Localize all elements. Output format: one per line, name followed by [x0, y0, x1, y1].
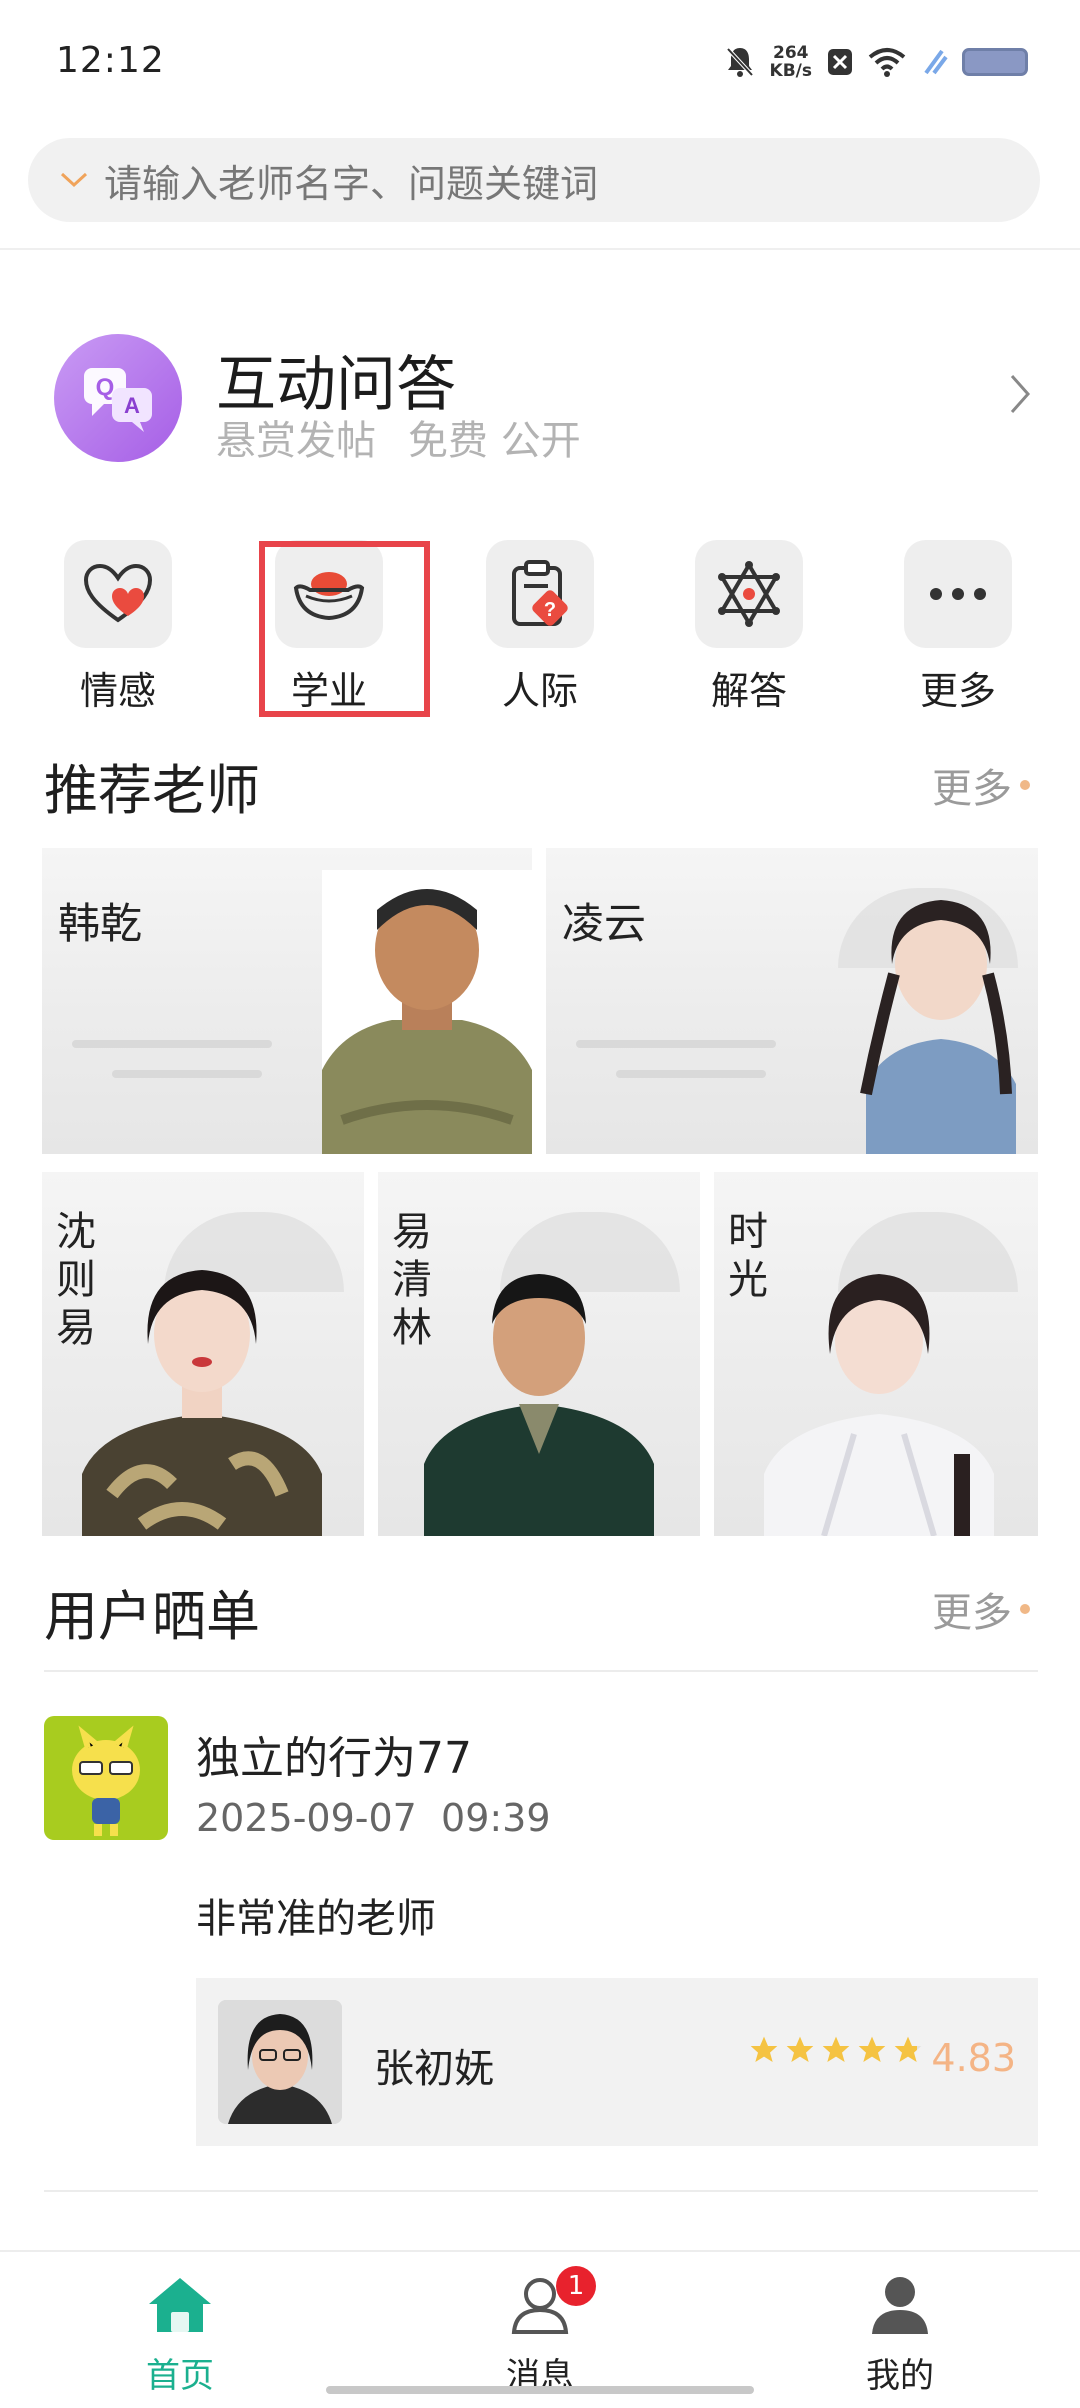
mist-decoration — [616, 1070, 766, 1078]
teacher-card[interactable]: 时光 — [714, 1172, 1038, 1536]
network-speed-value: 264 — [773, 43, 809, 63]
teacher-name: 凌云 — [562, 899, 647, 948]
rating-stars — [748, 2034, 924, 2066]
network-speed: 264 KB/s — [770, 44, 812, 80]
category-more[interactable]: 更多 — [893, 540, 1023, 715]
teacher-card[interactable]: 凌云 — [546, 848, 1038, 1154]
status-icons: 264 KB/s — [724, 40, 1028, 84]
chevron-right-icon[interactable] — [1008, 372, 1032, 420]
mist-decoration — [112, 1070, 262, 1078]
svg-text:Q: Q — [96, 374, 115, 401]
review-date: 2025-09-07 — [196, 1796, 417, 1840]
star-of-david-icon — [695, 540, 803, 648]
star-icon — [750, 2036, 778, 2062]
charging-icon — [924, 49, 948, 75]
qa-icon: Q A — [54, 334, 182, 462]
category-label: 解答 — [710, 669, 787, 713]
category-answer[interactable]: 解答 — [684, 540, 814, 715]
avatar[interactable] — [44, 1716, 168, 1840]
arrow-dot-icon — [1020, 780, 1030, 790]
mute-bell-icon — [726, 47, 754, 77]
divider — [44, 1670, 1038, 1672]
teacher-photo — [856, 884, 1026, 1154]
nav-messages[interactable]: 1 消息 — [460, 2266, 620, 2397]
teacher-photo — [424, 1254, 654, 1536]
teacher-card[interactable]: 沈则易 — [42, 1172, 364, 1536]
nav-label: 我的 — [866, 2356, 934, 2396]
teacher-name: 张初妩 — [374, 2046, 494, 2092]
teacher-name: 韩乾 — [58, 899, 143, 948]
svg-text:A: A — [124, 393, 140, 418]
teacher-photo — [82, 1254, 322, 1536]
qa-subtitle: 悬赏发帖 免费 公开 — [216, 408, 581, 466]
wifi-icon — [868, 48, 906, 77]
qa-subtitle-part: 悬赏发帖 — [216, 418, 376, 464]
review-datetime: 2025-09-07 09:39 — [196, 1796, 551, 1840]
search-placeholder: 请输入老师名字、问题关键词 — [104, 161, 599, 206]
chevron-down-icon[interactable] — [54, 160, 94, 200]
star-icon — [858, 2036, 886, 2062]
home-icon — [149, 2278, 211, 2332]
reviews-more-link[interactable]: 更多 — [932, 1580, 1030, 1638]
profile-icon — [872, 2277, 928, 2334]
rating-score: 4.83 — [931, 2036, 1016, 2080]
teacher-card[interactable]: 易清林 — [378, 1172, 700, 1536]
star-half-icon — [894, 2036, 922, 2062]
category-label: 情感 — [79, 669, 156, 713]
reviewed-teacher-card[interactable]: 张初妩 4.83 — [196, 1978, 1038, 2146]
search-input[interactable]: 请输入老师名字、问题关键词 — [28, 138, 1040, 222]
nav-label: 首页 — [146, 2356, 214, 2396]
heart-icon — [64, 540, 172, 648]
network-speed-unit: KB/s — [769, 61, 812, 81]
status-bar: 12:12 264 KB/s — [0, 0, 1080, 126]
bottom-nav: 首页 1 消息 我的 — [0, 2250, 1080, 2408]
divider — [44, 2190, 1038, 2192]
more-dots-icon — [904, 540, 1012, 648]
more-label: 更多 — [932, 1590, 1012, 1636]
nav-profile[interactable]: 我的 — [820, 2274, 980, 2397]
unread-badge: 1 — [556, 2266, 596, 2306]
review-username: 独立的行为77 — [196, 1733, 472, 1784]
teachers-more-link[interactable]: 更多 — [932, 756, 1030, 814]
category-social[interactable]: ? 人际 — [475, 540, 605, 715]
home-indicator[interactable] — [326, 2386, 754, 2394]
section-title-reviews: 用户晒单 — [44, 1585, 260, 1648]
category-label: 人际 — [501, 669, 578, 713]
battery-icon — [962, 48, 1028, 76]
teacher-avatar — [218, 2000, 342, 2124]
highlight-box — [259, 541, 430, 717]
nav-home[interactable]: 首页 — [100, 2274, 260, 2397]
teacher-photo — [322, 870, 532, 1154]
section-title-teachers: 推荐老师 — [44, 759, 260, 822]
clipboard-question-icon: ? — [486, 540, 594, 648]
star-icon — [786, 2036, 814, 2062]
arrow-dot-icon — [1020, 1604, 1030, 1614]
qa-entry[interactable]: Q A 互动问答 悬赏发帖 免费 公开 — [0, 320, 1080, 480]
review-text: 非常准的老师 — [196, 1896, 436, 1942]
status-time: 12:12 — [56, 40, 165, 81]
divider — [0, 248, 1080, 250]
teacher-photo — [764, 1254, 994, 1536]
star-icon — [822, 2036, 850, 2062]
sim-blocked-icon — [828, 49, 852, 75]
more-label: 更多 — [932, 766, 1012, 812]
review-time: 09:39 — [441, 1796, 551, 1840]
mist-decoration — [576, 1040, 776, 1048]
teacher-card[interactable]: 韩乾 — [42, 848, 532, 1154]
qa-subtitle-part: 免费 公开 — [408, 418, 581, 464]
svg-text:?: ? — [544, 599, 556, 621]
category-emotion[interactable]: 情感 — [53, 540, 183, 715]
category-row: 情感 学业 ? 人际 解答 更多 — [0, 540, 1080, 713]
category-label: 更多 — [919, 669, 996, 713]
mist-decoration — [72, 1040, 272, 1048]
